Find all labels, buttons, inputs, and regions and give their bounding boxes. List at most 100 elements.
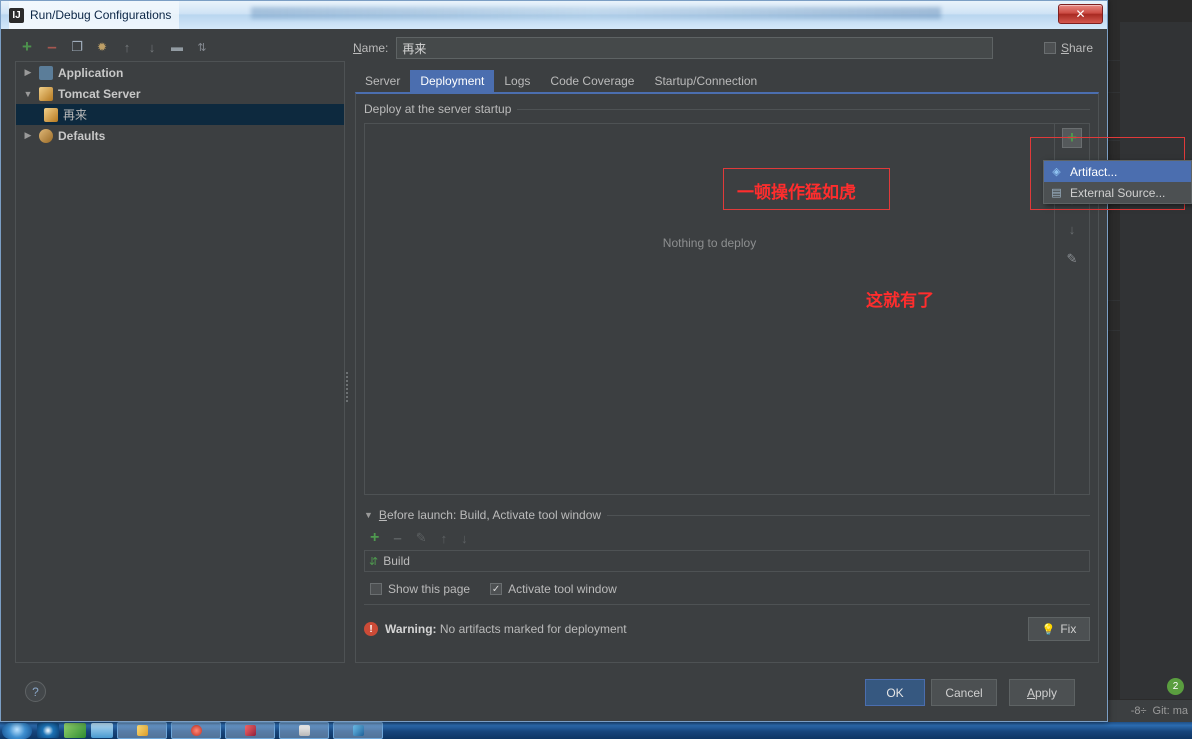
- share-checkbox-group[interactable]: Share: [1001, 41, 1099, 55]
- fix-button[interactable]: 💡 Fix: [1028, 617, 1090, 641]
- tab-deployment[interactable]: Deployment: [410, 70, 495, 92]
- intellij-idea-icon: IJ: [9, 7, 24, 23]
- apply-button[interactable]: Apply: [1009, 679, 1075, 706]
- before-launch-task-label: Build: [383, 554, 410, 568]
- taskbar-window-app1[interactable]: [117, 722, 167, 739]
- artifact-icon: ◈: [1052, 166, 1061, 178]
- windows-taskbar[interactable]: [0, 722, 1192, 739]
- help-button[interactable]: ?: [25, 681, 46, 702]
- edit-before-launch-task-button[interactable]: ✎: [416, 530, 427, 546]
- share-checkbox[interactable]: [1043, 42, 1056, 54]
- activate-tool-window-label: Activate tool window: [508, 582, 617, 596]
- deployment-list[interactable]: Nothing to deploy: [365, 124, 1054, 494]
- add-deployment-popup-menu[interactable]: ◈ Artifact... ▤ External Source...: [1043, 160, 1192, 204]
- taskbar-window-idea[interactable]: [333, 722, 383, 739]
- chevron-right-icon[interactable]: ▶: [22, 130, 34, 141]
- chevron-right-icon[interactable]: ▶: [22, 67, 34, 78]
- remove-configuration-button[interactable]: –: [42, 37, 62, 57]
- dialog-footer: ? OK Cancel Apply: [1, 665, 1107, 721]
- fix-button-label: Fix: [1060, 622, 1077, 636]
- tree-item-defaults[interactable]: ▶ Defaults: [16, 125, 344, 146]
- defaults-icon: [39, 128, 53, 143]
- sort-configurations-button[interactable]: ⇅: [192, 37, 212, 57]
- edit-deployment-button[interactable]: ✎: [1063, 250, 1081, 268]
- create-folder-button[interactable]: ▬: [167, 37, 187, 57]
- start-button[interactable]: [2, 722, 32, 739]
- taskbar-icon-browser[interactable]: [37, 723, 59, 738]
- show-this-page-label: Show this page: [388, 582, 471, 596]
- share-label: Share: [1060, 41, 1093, 55]
- cancel-button[interactable]: Cancel: [931, 679, 997, 706]
- remove-before-launch-task-button[interactable]: –: [393, 530, 401, 547]
- deploy-section-header: Deploy at the server startup: [364, 101, 1090, 117]
- configuration-tabs[interactable]: Server Deployment Logs Code Coverage Sta…: [353, 70, 1099, 92]
- tab-startup-connection[interactable]: Startup/Connection: [644, 70, 767, 92]
- tomcat-icon: [44, 107, 58, 122]
- chevron-down-icon[interactable]: ▼: [364, 510, 373, 520]
- titlebar-glass-blur: [251, 7, 941, 19]
- tree-item-tomcat-server[interactable]: ▼ Tomcat Server: [16, 83, 344, 104]
- menu-item-artifact[interactable]: ◈ Artifact...: [1044, 161, 1191, 182]
- tree-item-label: 再来: [63, 108, 88, 122]
- warning-message: No artifacts marked for deployment: [439, 622, 627, 636]
- warning-label: Warning:: [385, 622, 437, 636]
- dialog-title-bar[interactable]: IJ Run/Debug Configurations ✕: [1, 1, 1107, 30]
- taskbar-icon-explorer[interactable]: [64, 723, 86, 738]
- tree-toolbar: + – ❐ ✹ ↑ ↓ ▬ ⇅: [15, 35, 345, 59]
- name-input[interactable]: 再来: [396, 37, 993, 59]
- configurations-tree[interactable]: ▶ Application ▼ Tomcat Server 再来 ▶ Defau…: [15, 61, 345, 663]
- close-icon[interactable]: ✕: [1058, 4, 1103, 24]
- dialog-body: + – ❐ ✹ ↑ ↓ ▬ ⇅ ▶ Application ▼ Tomcat S: [1, 29, 1107, 721]
- menu-item-label: External Source...: [1070, 185, 1166, 200]
- activate-tool-window-checkbox[interactable]: ✓: [490, 583, 503, 595]
- before-launch-title: Before launch: Build, Activate tool wind…: [378, 508, 602, 522]
- taskbar-window-app2[interactable]: [171, 722, 221, 739]
- before-launch-task-list[interactable]: ⇵ Build: [364, 550, 1090, 572]
- menu-item-label: Artifact...: [1070, 164, 1118, 179]
- ok-button[interactable]: OK: [865, 679, 925, 706]
- move-up-button[interactable]: ↑: [117, 37, 137, 57]
- tree-item-application[interactable]: ▶ Application: [16, 62, 344, 83]
- name-label: Name:: [353, 41, 389, 55]
- status-git-branch[interactable]: Git: ma: [1153, 705, 1188, 717]
- add-configuration-button[interactable]: +: [17, 37, 37, 57]
- move-down-deployment-button[interactable]: ↓: [1063, 220, 1081, 238]
- empty-state-text: Nothing to deploy: [662, 236, 757, 250]
- section-divider: [517, 108, 1090, 110]
- activate-tool-window-option[interactable]: ✓ Activate tool window: [490, 582, 617, 596]
- build-icon: ⇵: [369, 555, 379, 568]
- panel-splitter[interactable]: [343, 359, 351, 414]
- deploy-section-title: Deploy at the server startup: [364, 102, 512, 116]
- move-up-before-launch-task-button[interactable]: ↑: [441, 531, 448, 546]
- tab-code-coverage[interactable]: Code Coverage: [540, 70, 644, 92]
- configurations-tree-panel: + – ❐ ✹ ↑ ↓ ▬ ⇅ ▶ Application ▼ Tomcat S: [15, 35, 345, 663]
- annotation-top-text: 一顿操作猛如虎: [737, 183, 856, 203]
- taskbar-window-app4[interactable]: [279, 722, 329, 739]
- move-down-before-launch-task-button[interactable]: ↓: [461, 531, 468, 546]
- taskbar-window-app3[interactable]: [225, 722, 275, 739]
- application-icon: [39, 65, 53, 80]
- add-before-launch-task-button[interactable]: +: [370, 529, 379, 547]
- copy-configuration-button[interactable]: ❐: [67, 37, 87, 57]
- annotation-bottom-text: 这就有了: [866, 291, 934, 311]
- before-launch-header[interactable]: ▼ Before launch: Build, Activate tool wi…: [364, 507, 1090, 523]
- status-encoding: -8÷: [1130, 705, 1147, 717]
- show-this-page-checkbox[interactable]: [370, 583, 382, 595]
- edit-templates-button[interactable]: ✹: [92, 37, 112, 57]
- move-down-button[interactable]: ↓: [142, 37, 162, 57]
- warning-text: Warning: No artifacts marked for deploym…: [385, 622, 627, 636]
- tab-server[interactable]: Server: [355, 70, 410, 92]
- tree-item-zailai[interactable]: 再来: [16, 104, 344, 125]
- tomcat-icon: [39, 86, 53, 101]
- before-launch-options: Show this page ✓ Activate tool window: [364, 576, 1090, 602]
- show-this-page-option[interactable]: Show this page: [370, 582, 470, 596]
- menu-item-external-source[interactable]: ▤ External Source...: [1044, 182, 1191, 203]
- run-debug-configurations-dialog: IJ Run/Debug Configurations ✕ + – ❐ ✹ ↑ …: [0, 0, 1108, 722]
- ide-notification-badge[interactable]: 2: [1167, 678, 1184, 695]
- chevron-down-icon[interactable]: ▼: [22, 89, 34, 99]
- tab-logs[interactable]: Logs: [494, 70, 540, 92]
- section-divider: [607, 514, 1090, 516]
- taskbar-icon-folder[interactable]: [91, 723, 113, 738]
- configuration-editor-panel: Name: 再来 Share Server Deployment Logs Co…: [353, 35, 1099, 663]
- warning-icon: !: [364, 622, 378, 636]
